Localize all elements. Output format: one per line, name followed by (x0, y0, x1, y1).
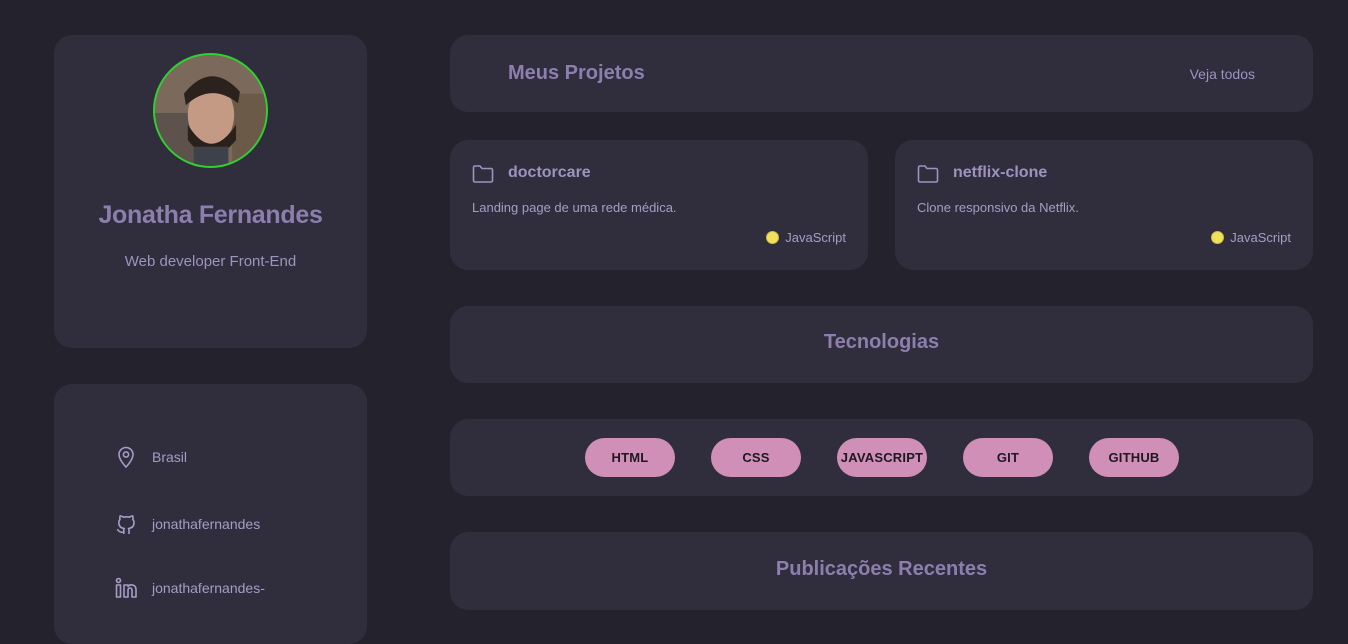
project-language: JavaScript (1211, 230, 1291, 245)
project-language: JavaScript (766, 230, 846, 245)
project-language-label: JavaScript (785, 230, 846, 245)
location-pin-icon (118, 446, 134, 469)
folder-icon (917, 165, 939, 183)
project-card-doctorcare[interactable]: doctorcare Landing page de uma rede médi… (450, 140, 868, 270)
github-icon (116, 515, 135, 534)
contact-github-label: jonathafernandes (152, 516, 261, 532)
tech-tag-git: GIT (963, 438, 1053, 477)
contacts-card: Brasil jonathafernandes jonathafernandes… (54, 384, 367, 644)
contact-location-label: Brasil (152, 449, 188, 465)
contact-location: Brasil (114, 445, 187, 469)
tech-tag-html: HTML (585, 438, 675, 477)
technologies-title: Tecnologias (823, 331, 940, 353)
technologies-header: Tecnologias (450, 306, 1313, 383)
projects-header: Meus Projetos Veja todos (450, 35, 1313, 112)
avatar-photo-icon (155, 55, 266, 166)
folder-icon (472, 165, 494, 183)
publications-title: Publicações Recentes (775, 558, 988, 580)
tech-tag-javascript: JAVASCRIPT (837, 438, 927, 477)
project-card-netflix-clone[interactable]: netflix-clone Clone responsivo da Netfli… (895, 140, 1313, 270)
publications-header: Publicações Recentes (450, 532, 1313, 610)
avatar (153, 53, 268, 168)
project-description: Clone responsivo da Netflix. (917, 200, 1079, 215)
see-all-link[interactable]: Veja todos (1190, 66, 1255, 82)
technologies-list: HTML CSS JAVASCRIPT GIT GITHUB (450, 419, 1313, 496)
project-name[interactable]: doctorcare (508, 164, 591, 182)
contact-github[interactable]: jonathafernandes (114, 512, 260, 536)
project-language-label: JavaScript (1230, 230, 1291, 245)
projects-title: Meus Projetos (508, 62, 645, 84)
profile-card: Jonatha Fernandes Web developer Front-En… (54, 35, 367, 348)
linkedin-icon (115, 577, 137, 598)
tech-tag-css: CSS (711, 438, 801, 477)
profile-role: Web developer Front-End (124, 253, 297, 270)
contact-linkedin[interactable]: jonathafernandes- (114, 576, 265, 600)
project-description: Landing page de uma rede médica. (472, 200, 677, 215)
language-dot-icon (766, 231, 780, 244)
tech-tag-github: GITHUB (1089, 438, 1179, 477)
language-dot-icon (1211, 231, 1225, 244)
contact-linkedin-label: jonathafernandes- (152, 580, 265, 596)
profile-name: Jonatha Fernandes (98, 201, 323, 229)
project-name[interactable]: netflix-clone (953, 164, 1047, 182)
